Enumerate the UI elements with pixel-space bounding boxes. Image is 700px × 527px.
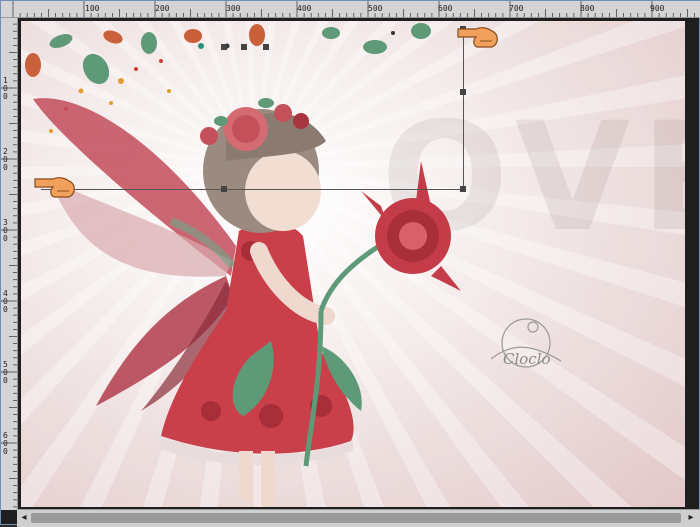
v-ruler-label: 0 [3, 447, 8, 456]
h-ruler-label: 100 [85, 4, 100, 13]
scroll-left-icon[interactable]: ◂ [18, 512, 30, 524]
image-canvas[interactable]: OVE [21, 21, 685, 507]
h-ruler-label: 800 [580, 4, 595, 13]
fairy-leg [239, 451, 253, 501]
signature-text: Cloclo [503, 350, 551, 368]
h-ruler-label: 600 [438, 4, 453, 13]
v-ruler-label: 0 [3, 234, 8, 243]
v-ruler-label: 0 [3, 376, 8, 385]
scroll-right-icon[interactable]: ▸ [685, 512, 697, 524]
h-ruler-label: 900 [650, 4, 665, 13]
h-ruler-label: 700 [509, 4, 524, 13]
vertical-ruler[interactable]: 100200300400500600 [1, 16, 18, 510]
h-ruler-label: 200 [155, 4, 170, 13]
horizontal-ruler-ticks: 100 200 300 400 500 600 700 800 900 [12, 1, 695, 17]
pointing-hand-icon[interactable] [456, 21, 502, 51]
h-ruler-label: 500 [368, 4, 383, 13]
v-ruler-label: 0 [3, 92, 8, 101]
h-ruler-label: 400 [297, 4, 312, 13]
vertical-ruler-ticks: 100200300400500600 [1, 16, 17, 508]
horizontal-scrollbar[interactable]: ◂ ▸ [17, 509, 700, 527]
cloclo-signature-logo: Cloclo [490, 318, 562, 368]
h-ruler-label: 300 [226, 4, 241, 13]
v-ruler-label: 0 [3, 163, 8, 172]
fairy-leg [261, 451, 275, 507]
scrollbar-thumb[interactable] [31, 513, 681, 523]
fairy-artwork: Cloclo [25, 23, 562, 507]
v-ruler-label: 0 [3, 305, 8, 314]
pointing-hand-icon[interactable] [33, 169, 79, 201]
horizontal-ruler[interactable]: 100 200 300 400 500 600 700 800 900 [1, 1, 700, 18]
fairy-head [200, 98, 326, 233]
image-window: 100 200 300 400 500 600 700 800 900 100 2… [0, 0, 700, 527]
